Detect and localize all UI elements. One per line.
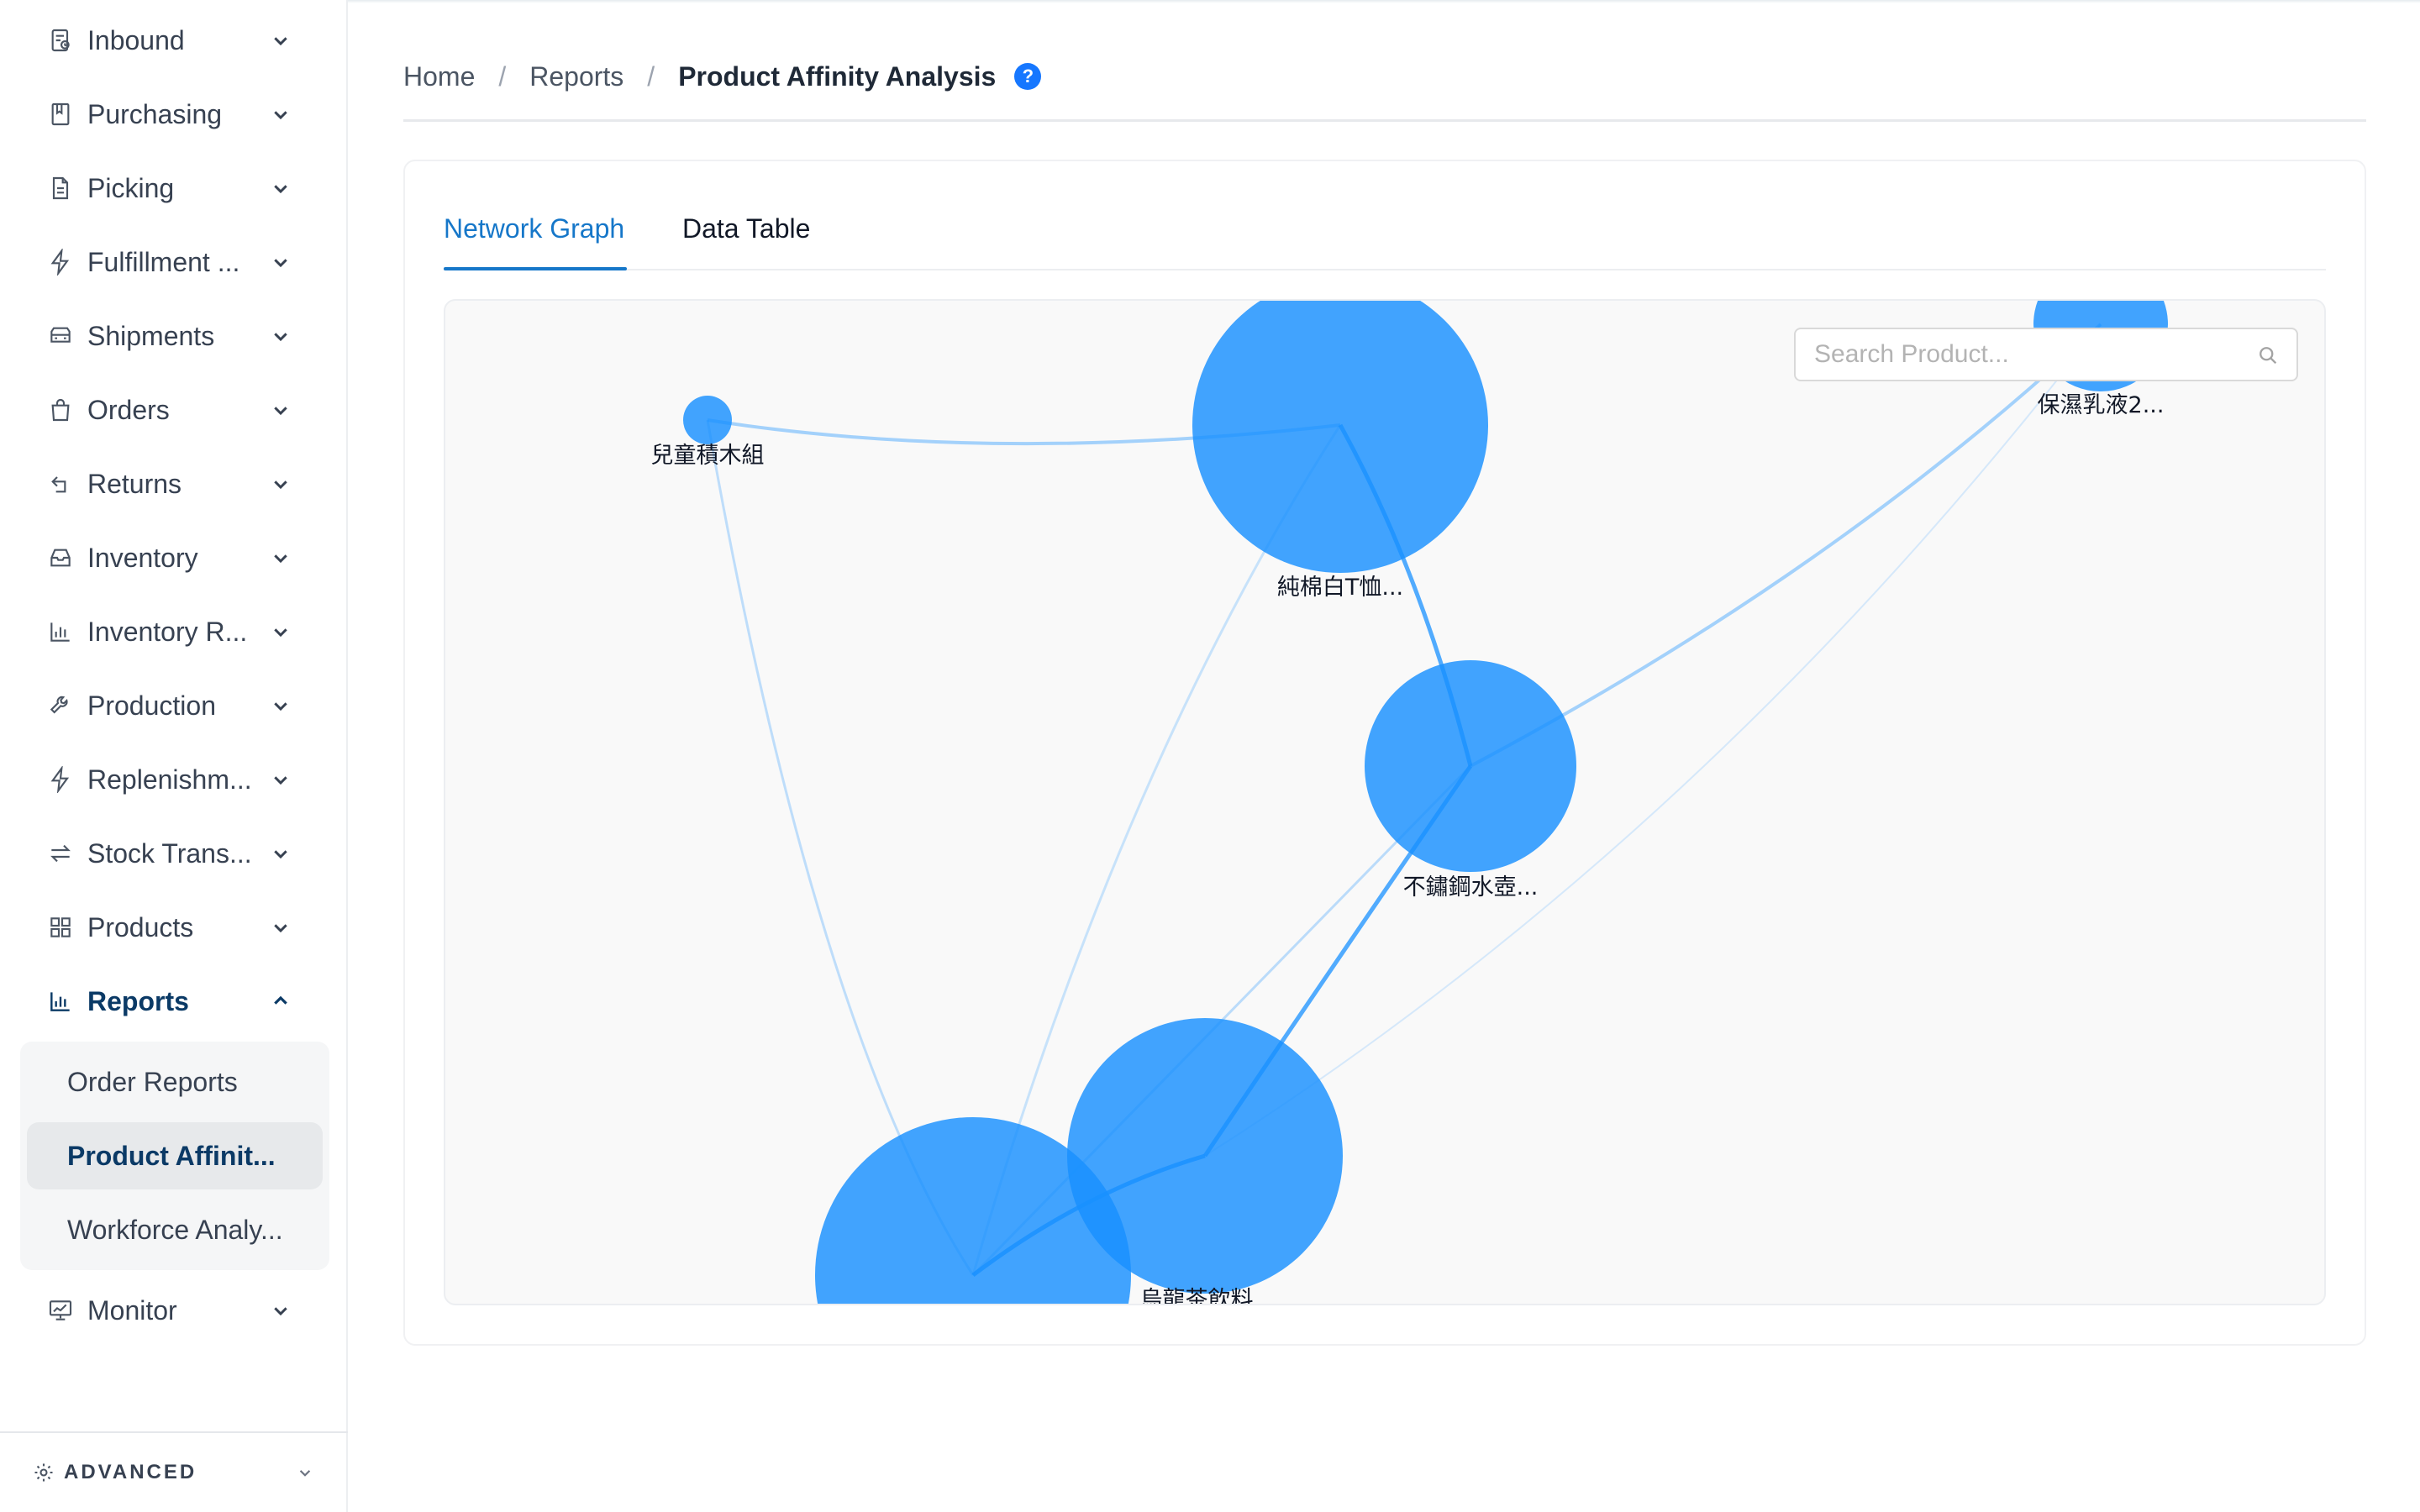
truck-icon: [47, 323, 74, 349]
breadcrumb: Home / Reports / Product Affinity Analys…: [403, 55, 1042, 97]
lightning-icon: [47, 249, 74, 276]
chevron-down-icon: [267, 692, 294, 719]
product-search: [1794, 328, 2298, 381]
nodes-layer: [683, 301, 2168, 1304]
chevron-down-icon: [267, 1297, 294, 1324]
chevron-down-icon: [267, 766, 294, 793]
submenu-item-order-reports[interactable]: Order Reports: [27, 1048, 323, 1116]
inbox-icon: [47, 544, 74, 571]
graph-node-bottle[interactable]: [1365, 660, 1576, 872]
chevron-down-icon: [294, 1462, 316, 1483]
gear-icon: [32, 1461, 55, 1484]
grid-icon: [47, 914, 74, 941]
book-icon: [47, 101, 74, 128]
tab-network-graph[interactable]: Network Graph: [444, 213, 624, 244]
sidebar-item-label: Production: [87, 690, 216, 721]
inbound-icon: [47, 27, 74, 54]
chevron-down-icon: [267, 914, 294, 941]
advanced-toggle[interactable]: ADVANCED: [0, 1431, 348, 1512]
chevron-down-icon: [267, 249, 294, 276]
breadcrumb-separator: /: [647, 60, 655, 92]
sidebar-item-label: Stock Trans...: [87, 837, 252, 869]
sidebar-item-label: Picking: [87, 172, 175, 203]
sidebar-item-orders[interactable]: Orders: [0, 373, 348, 447]
sidebar-item-inbound[interactable]: Inbound: [0, 3, 348, 77]
breadcrumb-reports[interactable]: Reports: [529, 61, 623, 92]
page-title: Product Affinity Analysis: [678, 60, 997, 92]
reports-submenu: Order Reports Product Affinit... Workfor…: [20, 1042, 329, 1270]
submenu-item-product-affinity[interactable]: Product Affinit...: [27, 1122, 323, 1189]
graph-node-label-tea: 烏龍茶飲料: [1140, 1287, 1254, 1305]
top-shadow: [348, 0, 2420, 3]
chevron-down-icon: [267, 840, 294, 867]
graph-node-label-blocks: 兒童積木組: [651, 443, 765, 469]
return-arrow-icon: [47, 470, 74, 497]
sidebar-item-purchasing[interactable]: Purchasing: [0, 77, 348, 151]
graph-node-label-tshirt: 純棉白T恤...: [1277, 575, 1403, 601]
graph-node-label-lotion: 保濕乳液2...: [2038, 392, 2165, 418]
advanced-label: ADVANCED: [64, 1461, 197, 1483]
sidebar-item-replenishment[interactable]: Replenishm...: [0, 743, 348, 816]
network-graph-canvas[interactable]: 兒童積木組純棉白T恤... 保濕乳液2... 不鏽鋼水壺... 烏龍茶飲料: [445, 301, 2326, 1305]
tab-data-table[interactable]: Data Table: [682, 213, 810, 244]
search-input[interactable]: [1796, 329, 2249, 380]
wrench-icon: [47, 692, 74, 719]
search-icon[interactable]: [2256, 344, 2280, 367]
chevron-down-icon: [267, 544, 294, 571]
sidebar-item-picking[interactable]: Picking: [0, 151, 348, 225]
monitor-chart-icon: [47, 1297, 74, 1324]
chevron-down-icon: [267, 175, 294, 202]
tabs-divider: [444, 269, 2326, 270]
graph-edge-bottle-lotion: [1470, 323, 2102, 768]
sidebar-item-label: Shipments: [87, 320, 215, 351]
sidebar-item-monitor[interactable]: Monitor: [0, 1273, 348, 1347]
graph-node-blocks[interactable]: [683, 396, 732, 444]
bar-chart-icon: [47, 618, 74, 645]
submenu-item-workforce-analysis[interactable]: Workforce Analy...: [27, 1196, 323, 1263]
sidebar-item-label: Orders: [87, 394, 170, 425]
chevron-down-icon: [267, 618, 294, 645]
sidebar: Inbound Purchasing Picking Fulfillment .…: [0, 0, 348, 1512]
shopping-bag-icon: [47, 396, 74, 423]
sidebar-item-label: Replenishm...: [87, 764, 252, 795]
chevron-down-icon: [267, 323, 294, 349]
sidebar-item-stock-transfer[interactable]: Stock Trans...: [0, 816, 348, 890]
sidebar-item-shipments[interactable]: Shipments: [0, 299, 348, 373]
bar-chart-icon: [47, 988, 74, 1015]
graph-node-label-bottle: 不鏽鋼水壺...: [1403, 874, 1539, 900]
sidebar-item-inventory-reports[interactable]: Inventory R...: [0, 595, 348, 669]
sidebar-item-inventory[interactable]: Inventory: [0, 521, 348, 595]
chevron-down-icon: [267, 470, 294, 497]
sidebar-item-production[interactable]: Production: [0, 669, 348, 743]
document-icon: [47, 175, 74, 202]
sidebar-item-returns[interactable]: Returns: [0, 447, 348, 521]
breadcrumb-separator: /: [498, 60, 507, 92]
sidebar-item-fulfillment[interactable]: Fulfillment ...: [0, 225, 348, 299]
sidebar-item-label: Fulfillment ...: [87, 246, 240, 277]
sidebar-item-reports[interactable]: Reports: [0, 964, 348, 1038]
swap-icon: [47, 840, 74, 867]
sidebar-item-label: Returns: [87, 468, 182, 499]
sidebar-item-label: Inventory R...: [87, 616, 248, 647]
header-divider: [403, 119, 2366, 122]
sidebar-item-label: Monitor: [87, 1294, 177, 1326]
breadcrumb-home[interactable]: Home: [403, 61, 475, 92]
network-graph[interactable]: 兒童積木組純棉白T恤... 保濕乳液2... 不鏽鋼水壺... 烏龍茶飲料: [444, 299, 2326, 1305]
chevron-down-icon: [267, 27, 294, 54]
sidebar-item-label: Purchasing: [87, 98, 223, 129]
graph-node-tshirt[interactable]: [1192, 301, 1488, 573]
help-icon[interactable]: ?: [1014, 63, 1042, 90]
chevron-down-icon: [267, 396, 294, 423]
sidebar-item-label: Inbound: [87, 24, 185, 55]
sidebar-item-label: Products: [87, 911, 194, 942]
active-tab-indicator: [444, 267, 627, 270]
chevron-down-icon: [267, 101, 294, 128]
chevron-up-icon: [267, 988, 294, 1015]
sidebar-item-label: Reports: [87, 985, 189, 1016]
sidebar-item-products[interactable]: Products: [0, 890, 348, 964]
sidebar-item-label: Inventory: [87, 542, 198, 573]
lightning-icon: [47, 766, 74, 793]
